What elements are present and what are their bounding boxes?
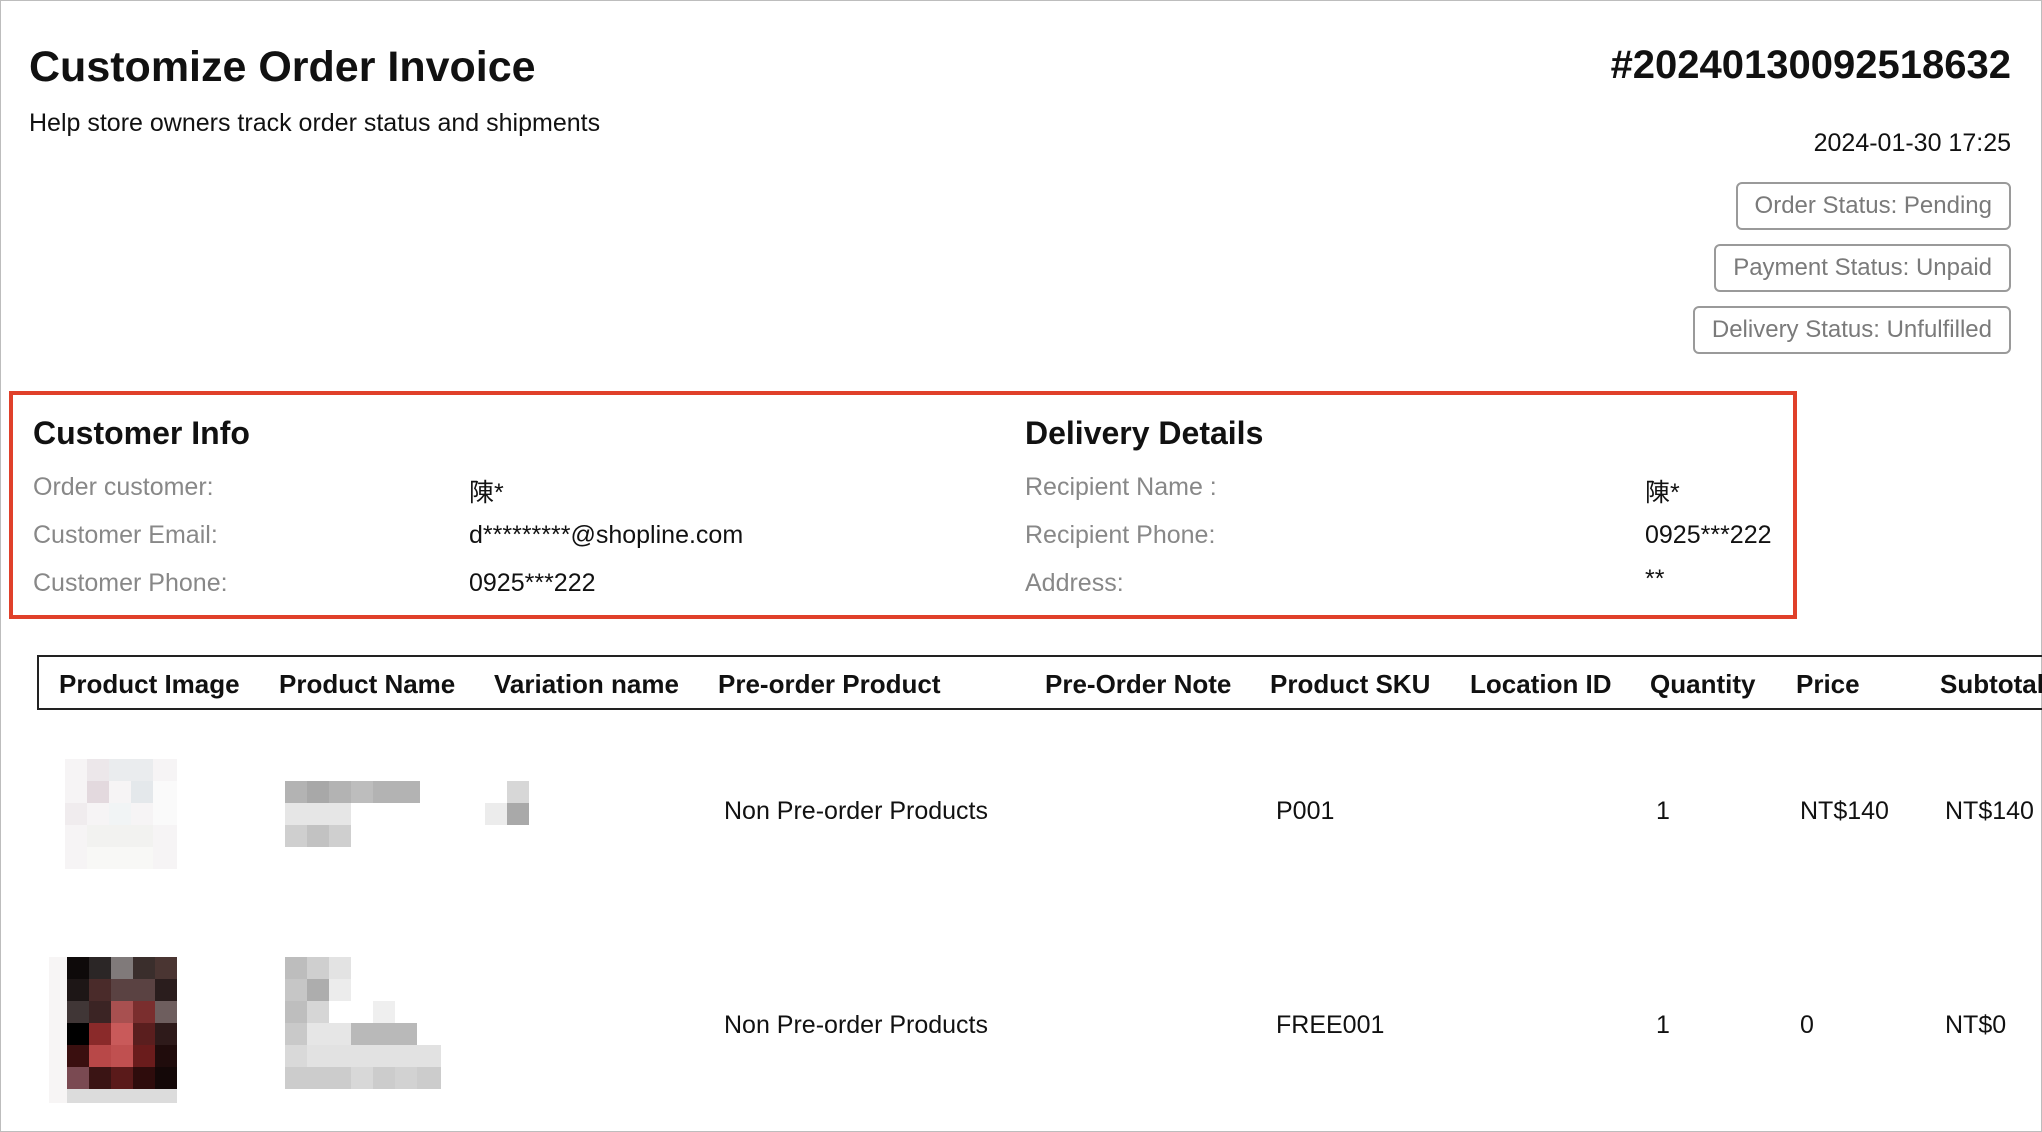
subtotal-cell: NT$140 — [1945, 797, 2034, 825]
order-customer-label: Order customer: — [33, 473, 214, 501]
col-subtotal: Subtotal — [1940, 669, 2042, 699]
customer-phone-label: Customer Phone: — [33, 569, 228, 597]
order-date: 2024-01-30 17:25 — [1813, 129, 2011, 157]
variation-name-pixelated — [485, 781, 529, 825]
order-customer-value: 陳* — [469, 479, 504, 507]
customer-phone-value: 0925***222 — [469, 569, 596, 597]
recipient-name-label: Recipient Name : — [1025, 473, 1217, 501]
preorder-cell: Non Pre-order Products — [724, 1011, 989, 1039]
col-preorder-note: Pre-Order Note — [1045, 669, 1232, 699]
quantity-cell: 1 — [1656, 1011, 1670, 1039]
price-cell: 0 — [1800, 1011, 1814, 1039]
recipient-name-value: 陳* — [1645, 479, 1680, 507]
recipient-phone-label: Recipient Phone: — [1025, 521, 1216, 549]
order-number: #20240130092518632 — [1610, 43, 2011, 87]
product-image-thumbnail — [49, 957, 177, 1103]
customer-email-value: d*********@shopline.com — [469, 521, 744, 549]
col-variation-name: Variation name — [494, 669, 679, 699]
address-value: ** — [1645, 565, 1665, 593]
product-name-pixelated — [285, 957, 441, 1089]
order-status-badge: Order Status: Pending — [1735, 182, 2011, 230]
customer-info-title: Customer Info — [33, 415, 250, 451]
price-cell: NT$140 — [1800, 797, 1889, 825]
payment-status-badge: Payment Status: Unpaid — [1714, 244, 2011, 292]
customer-delivery-info-box: Customer Info Order customer: 陳* Custome… — [9, 391, 1797, 619]
customer-email-label: Customer Email: — [33, 521, 218, 549]
page-title: Customize Order Invoice — [29, 43, 536, 91]
subtotal-cell: NT$0 — [1945, 1011, 2007, 1039]
col-price: Price — [1796, 669, 1860, 699]
preorder-cell: Non Pre-order Products — [724, 797, 989, 825]
col-product-image: Product Image — [59, 669, 240, 699]
sku-cell: FREE001 — [1276, 1011, 1385, 1039]
quantity-cell: 1 — [1656, 797, 1670, 825]
col-quantity: Quantity — [1650, 669, 1756, 699]
products-table-header: Product Image Product Name Variation nam… — [37, 655, 2042, 710]
col-preorder-product: Pre-order Product — [718, 669, 941, 699]
col-product-name: Product Name — [279, 669, 456, 699]
sku-cell: P001 — [1276, 797, 1335, 825]
product-image-thumbnail — [65, 759, 177, 869]
recipient-phone-value: 0925***222 — [1645, 521, 1772, 549]
col-location-id: Location ID — [1470, 669, 1612, 699]
page-subtitle: Help store owners track order status and… — [29, 109, 601, 137]
invoice-page: Customize Order Invoice Help store owner… — [0, 0, 2042, 1132]
delivery-details-title: Delivery Details — [1025, 415, 1264, 451]
col-product-sku: Product SKU — [1270, 669, 1431, 699]
product-name-pixelated — [285, 781, 420, 847]
address-label: Address: — [1025, 569, 1124, 597]
delivery-status-badge: Delivery Status: Unfulfilled — [1692, 306, 2011, 354]
